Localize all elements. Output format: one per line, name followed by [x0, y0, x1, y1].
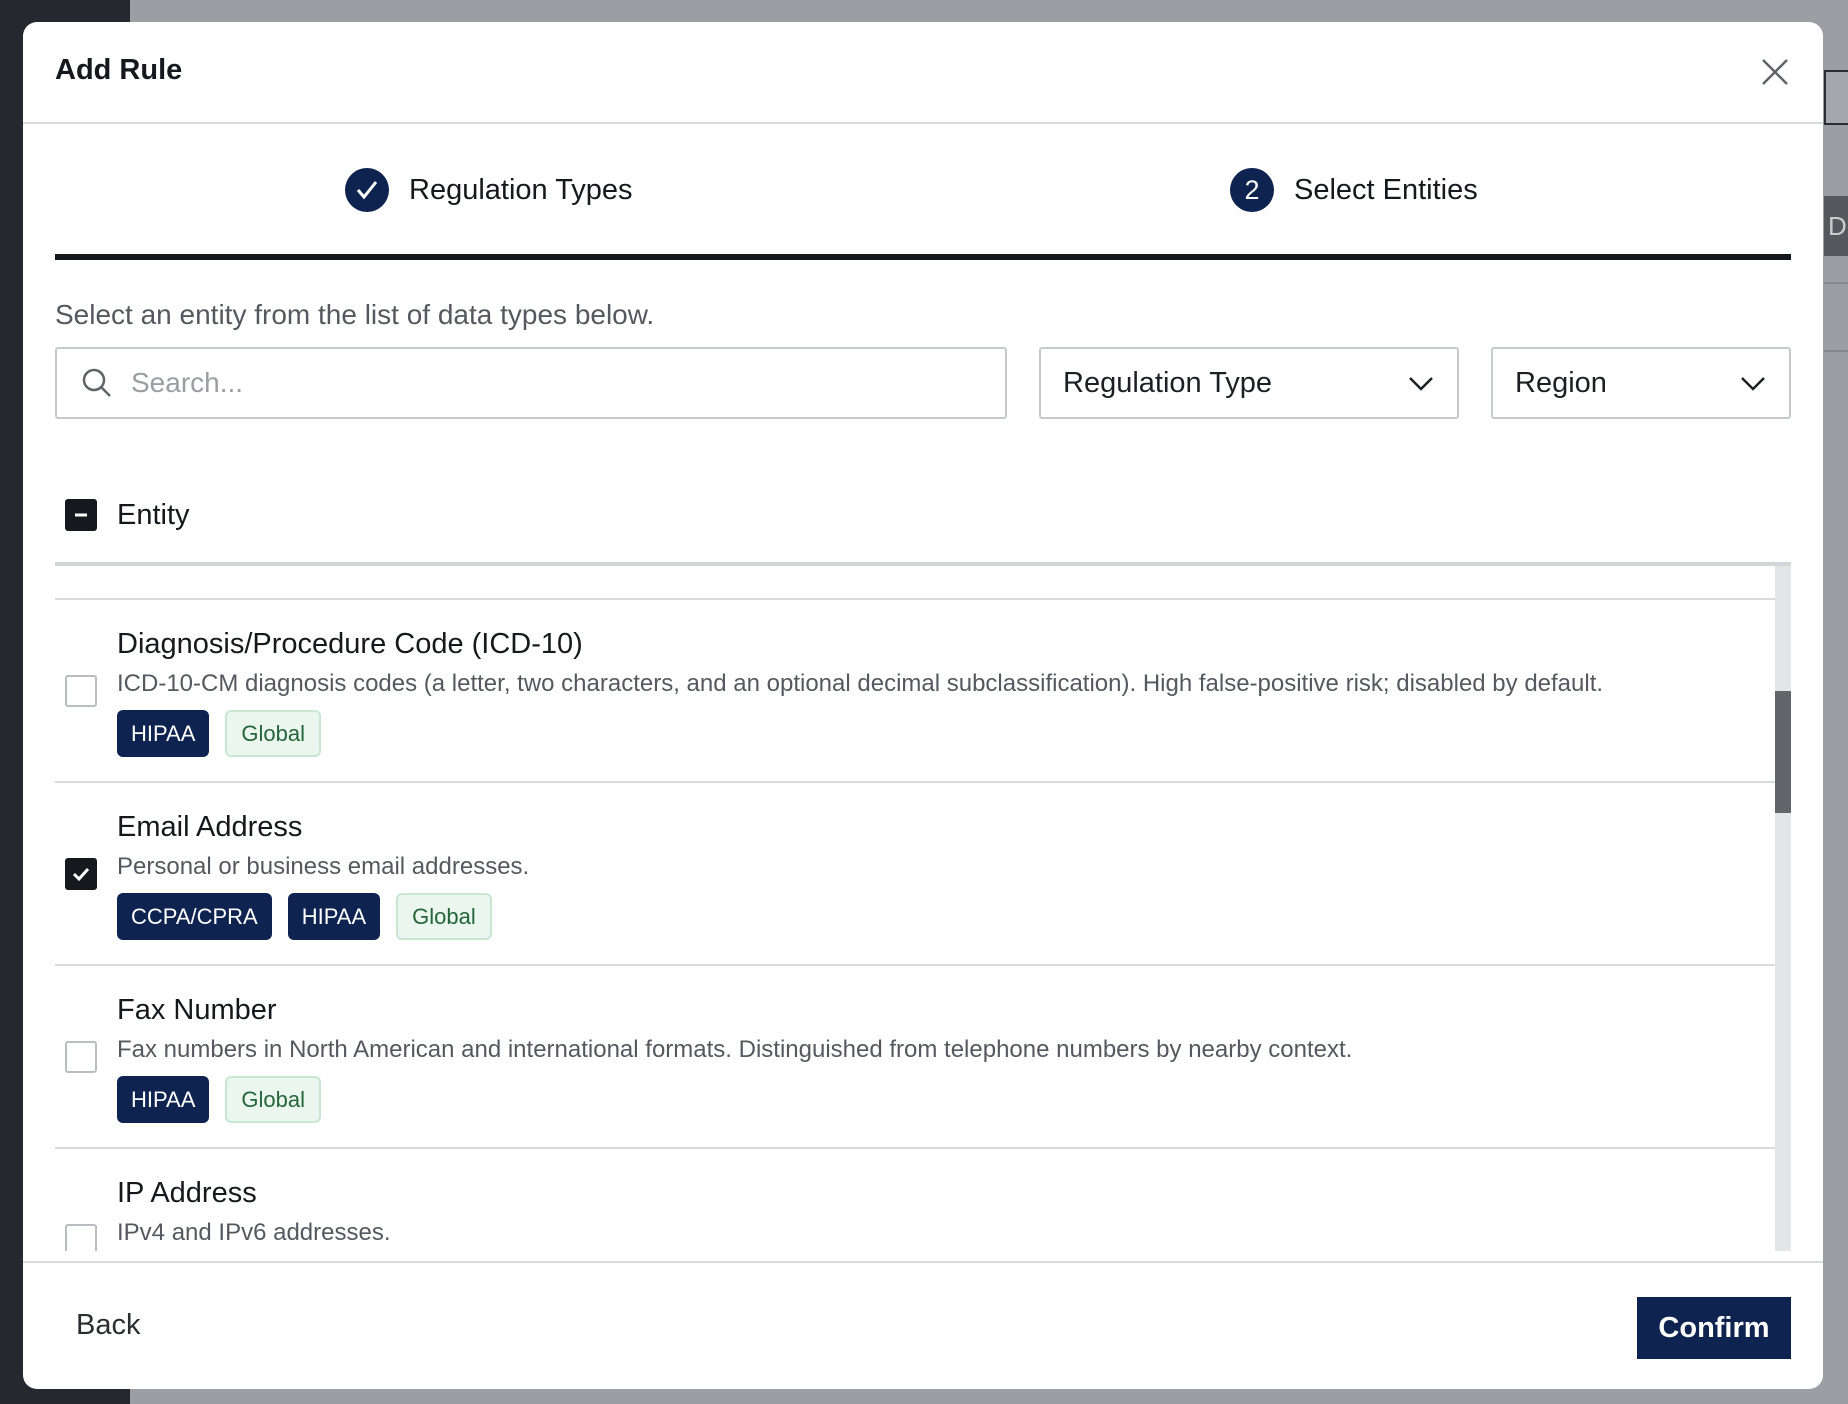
- entity-list[interactable]: Diagnosis/Procedure Code (ICD-10) ICD-10…: [55, 566, 1791, 1251]
- background-divider: [1824, 282, 1848, 284]
- list-item[interactable]: Email Address Personal or business email…: [55, 783, 1777, 966]
- background-panel-edge: [1824, 70, 1848, 125]
- step-complete-indicator: [345, 168, 389, 212]
- modal-footer: Back Confirm: [23, 1261, 1823, 1389]
- regulation-tag: HIPAA: [117, 710, 210, 757]
- entity-column-header: Entity: [117, 498, 190, 531]
- list-scrollbar[interactable]: [1775, 566, 1791, 1251]
- search-box[interactable]: [55, 347, 1007, 419]
- search-input[interactable]: [131, 367, 971, 399]
- instruction-text: Select an entity from the list of data t…: [55, 299, 655, 330]
- back-button[interactable]: Back: [76, 1309, 140, 1342]
- entity-description: IPv4 and IPv6 addresses.: [117, 1219, 391, 1246]
- entity-checkbox[interactable]: [65, 1041, 97, 1073]
- step-label: Regulation Types: [409, 173, 633, 206]
- step-select-entities[interactable]: 2 Select Entities: [1230, 168, 1478, 212]
- dropdown-label: Regulation Type: [1063, 366, 1273, 399]
- indeterminate-icon: [75, 513, 87, 517]
- entity-description: Personal or business email addresses.: [117, 853, 530, 880]
- tag-list: HIPAA Global: [117, 710, 321, 757]
- add-rule-modal: Add Rule Regulation Types 2 Select Entit…: [23, 22, 1823, 1389]
- modal-header: Add Rule: [23, 22, 1823, 124]
- tag-list: CCPA/CPRA HIPAA Global: [117, 893, 492, 940]
- entity-description: ICD-10-CM diagnosis codes (a letter, two…: [117, 670, 1604, 697]
- background-button-edge: D: [1824, 196, 1848, 256]
- entity-name: Fax Number: [117, 994, 277, 1026]
- dropdown-label: Region: [1515, 366, 1607, 399]
- list-item[interactable]: Diagnosis/Procedure Code (ICD-10) ICD-10…: [55, 600, 1777, 783]
- step-label: Select Entities: [1294, 173, 1478, 206]
- stepper: Regulation Types 2 Select Entities: [55, 168, 1791, 260]
- regulation-tag: HIPAA: [287, 893, 381, 940]
- entity-checkbox[interactable]: [65, 675, 97, 707]
- search-icon: [82, 368, 111, 397]
- scrollbar-thumb[interactable]: [1775, 691, 1791, 813]
- check-icon: [72, 867, 90, 882]
- modal-title: Add Rule: [55, 54, 183, 86]
- select-all-checkbox[interactable]: [65, 499, 97, 531]
- list-item: [55, 566, 1777, 600]
- entity-checkbox[interactable]: [65, 858, 97, 890]
- region-tag: Global: [396, 893, 492, 940]
- check-icon: [356, 181, 378, 200]
- entity-checkbox[interactable]: [65, 1224, 97, 1251]
- chevron-down-icon: [1409, 377, 1433, 391]
- tag-list: HIPAA Global: [117, 1076, 321, 1123]
- entity-name: Diagnosis/Procedure Code (ICD-10): [117, 628, 583, 660]
- chevron-down-icon: [1741, 377, 1765, 391]
- list-item[interactable]: IP Address IPv4 and IPv6 addresses.: [55, 1149, 1777, 1251]
- close-icon: [1762, 59, 1788, 85]
- regulation-tag: HIPAA: [117, 1076, 210, 1123]
- regulation-tag: CCPA/CPRA: [117, 893, 272, 940]
- list-item[interactable]: Fax Number Fax numbers in North American…: [55, 966, 1777, 1149]
- entity-list-header: Entity: [55, 468, 1791, 566]
- close-button[interactable]: [1755, 52, 1795, 92]
- region-dropdown[interactable]: Region: [1491, 347, 1791, 419]
- regulation-type-dropdown[interactable]: Regulation Type: [1039, 347, 1459, 419]
- entity-name: IP Address: [117, 1177, 257, 1209]
- step-regulation-types[interactable]: Regulation Types: [345, 168, 633, 212]
- entity-description: Fax numbers in North American and intern…: [117, 1036, 1353, 1063]
- region-tag: Global: [225, 1076, 321, 1123]
- region-tag: Global: [225, 710, 321, 757]
- step-number: 2: [1230, 168, 1274, 212]
- entity-name: Email Address: [117, 811, 303, 843]
- background-divider: [1824, 350, 1848, 352]
- confirm-button[interactable]: Confirm: [1637, 1297, 1791, 1359]
